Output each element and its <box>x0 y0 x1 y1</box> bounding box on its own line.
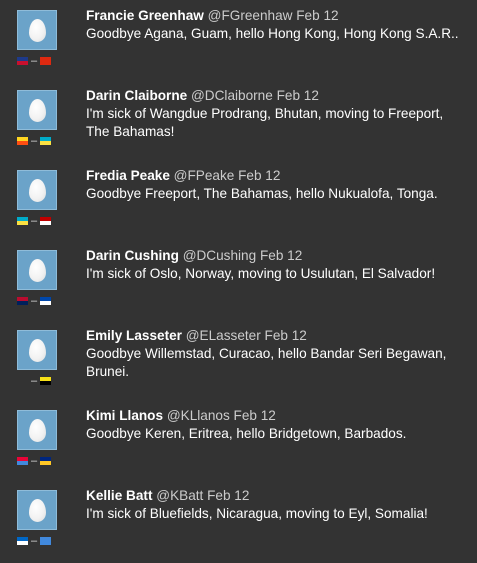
flag-separator: – <box>31 455 38 467</box>
user-name[interactable]: Kimi Llanos <box>86 408 163 423</box>
tweet-content: Darin Claiborne @DClaiborne Feb 12 I'm s… <box>86 87 466 141</box>
tweet-text: Goodbye Freeport, The Bahamas, hello Nuk… <box>86 186 438 201</box>
egg-icon <box>28 178 46 202</box>
tweet-item[interactable]: – Francie Greenhaw @FGreenhaw Feb 12 Goo… <box>0 0 477 80</box>
tweet-header: Kellie Batt @KBatt Feb 12 <box>86 487 466 505</box>
tweet-item[interactable]: – Kellie Batt @KBatt Feb 12 I'm sick of … <box>0 480 477 560</box>
egg-icon <box>28 418 46 442</box>
tweet-date[interactable]: Feb 12 <box>260 248 302 263</box>
tweet-text: Goodbye Agana, Guam, hello Hong Kong, Ho… <box>86 26 459 41</box>
tweet-header: Francie Greenhaw @FGreenhaw Feb 12 <box>86 7 466 25</box>
flags-row: – <box>17 215 52 227</box>
flags-row: – <box>17 535 52 547</box>
flag-to-icon <box>40 57 52 65</box>
user-handle[interactable]: @KBatt <box>156 488 203 503</box>
egg-icon <box>28 338 46 362</box>
tweet-date[interactable]: Feb 12 <box>296 8 338 23</box>
avatar[interactable] <box>17 330 57 370</box>
tweet-header: Kimi Llanos @KLlanos Feb 12 <box>86 407 466 425</box>
tweet-date[interactable]: Feb 12 <box>234 408 276 423</box>
flag-to-icon <box>40 297 52 305</box>
flags-row: – <box>17 55 52 67</box>
tweet-date[interactable]: Feb 12 <box>238 168 280 183</box>
user-handle[interactable]: @ELasseter <box>186 328 261 343</box>
flag-from-icon <box>17 217 28 225</box>
tweet-content: Kellie Batt @KBatt Feb 12 I'm sick of Bl… <box>86 487 466 523</box>
tweet-content: Kimi Llanos @KLlanos Feb 12 Goodbye Kere… <box>86 407 466 443</box>
tweet-date[interactable]: Feb 12 <box>277 88 319 103</box>
avatar[interactable] <box>17 490 57 530</box>
flags-row: – <box>17 455 52 467</box>
avatar[interactable] <box>17 410 57 450</box>
flag-to-icon <box>40 537 52 545</box>
tweet-text: I'm sick of Wangdue Prodrang, Bhutan, mo… <box>86 106 444 139</box>
user-handle[interactable]: @KLlanos <box>167 408 230 423</box>
flag-to-icon <box>40 377 52 385</box>
tweet-content: Fredia Peake @FPeake Feb 12 Goodbye Free… <box>86 167 466 203</box>
tweet-item[interactable]: – Darin Cushing @DCushing Feb 12 I'm sic… <box>0 240 477 320</box>
avatar[interactable] <box>17 10 57 50</box>
tweet-content: Emily Lasseter @ELasseter Feb 12 Goodbye… <box>86 327 466 381</box>
tweet-header: Fredia Peake @FPeake Feb 12 <box>86 167 466 185</box>
flag-separator: – <box>31 295 38 307</box>
tweet-text: Goodbye Willemstad, Curacao, hello Banda… <box>86 346 447 379</box>
user-handle[interactable]: @FPeake <box>174 168 235 183</box>
avatar[interactable] <box>17 250 57 290</box>
tweet-date[interactable]: Feb 12 <box>207 488 249 503</box>
flag-to-icon <box>40 217 52 225</box>
tweet-item[interactable]: – Darin Claiborne @DClaiborne Feb 12 I'm… <box>0 80 477 160</box>
flag-separator: – <box>31 375 38 387</box>
flag-separator: – <box>31 55 38 67</box>
flag-from-icon <box>17 137 28 145</box>
tweet-item[interactable]: – Fredia Peake @FPeake Feb 12 Goodbye Fr… <box>0 160 477 240</box>
user-name[interactable]: Darin Claiborne <box>86 88 187 103</box>
tweet-header: Darin Cushing @DCushing Feb 12 <box>86 247 466 265</box>
flags-row: – <box>17 295 52 307</box>
user-name[interactable]: Darin Cushing <box>86 248 179 263</box>
user-name[interactable]: Francie Greenhaw <box>86 8 204 23</box>
tweet-text: I'm sick of Bluefields, Nicaragua, movin… <box>86 506 428 521</box>
tweet-feed: – Francie Greenhaw @FGreenhaw Feb 12 Goo… <box>0 0 477 563</box>
flag-separator: – <box>31 215 38 227</box>
flag-to-icon <box>40 137 52 145</box>
flags-row: – <box>17 135 52 147</box>
flag-from-icon <box>17 537 28 545</box>
tweet-header: Emily Lasseter @ELasseter Feb 12 <box>86 327 466 345</box>
flag-from-icon <box>17 377 28 385</box>
egg-icon <box>28 498 46 522</box>
flag-from-icon <box>17 457 28 465</box>
user-name[interactable]: Kellie Batt <box>86 488 152 503</box>
tweet-text: I'm sick of Oslo, Norway, moving to Usul… <box>86 266 436 281</box>
avatar[interactable] <box>17 170 57 210</box>
flags-row: – <box>17 375 52 387</box>
flag-from-icon <box>17 57 28 65</box>
egg-icon <box>28 258 46 282</box>
user-name[interactable]: Emily Lasseter <box>86 328 182 343</box>
tweet-item[interactable]: – Kimi Llanos @KLlanos Feb 12 Goodbye Ke… <box>0 400 477 480</box>
user-handle[interactable]: @DClaiborne <box>191 88 273 103</box>
tweet-date[interactable]: Feb 12 <box>265 328 307 343</box>
tweet-text: Goodbye Keren, Eritrea, hello Bridgetown… <box>86 426 407 441</box>
user-handle[interactable]: @FGreenhaw <box>208 8 293 23</box>
avatar[interactable] <box>17 90 57 130</box>
tweet-item[interactable]: – Emily Lasseter @ELasseter Feb 12 Goodb… <box>0 320 477 400</box>
user-handle[interactable]: @DCushing <box>183 248 257 263</box>
flag-separator: – <box>31 135 38 147</box>
tweet-content: Francie Greenhaw @FGreenhaw Feb 12 Goodb… <box>86 7 466 43</box>
flag-from-icon <box>17 297 28 305</box>
tweet-content: Darin Cushing @DCushing Feb 12 I'm sick … <box>86 247 466 283</box>
user-name[interactable]: Fredia Peake <box>86 168 170 183</box>
egg-icon <box>28 98 46 122</box>
flag-separator: – <box>31 535 38 547</box>
flag-to-icon <box>40 457 52 465</box>
tweet-header: Darin Claiborne @DClaiborne Feb 12 <box>86 87 466 105</box>
egg-icon <box>28 18 46 42</box>
